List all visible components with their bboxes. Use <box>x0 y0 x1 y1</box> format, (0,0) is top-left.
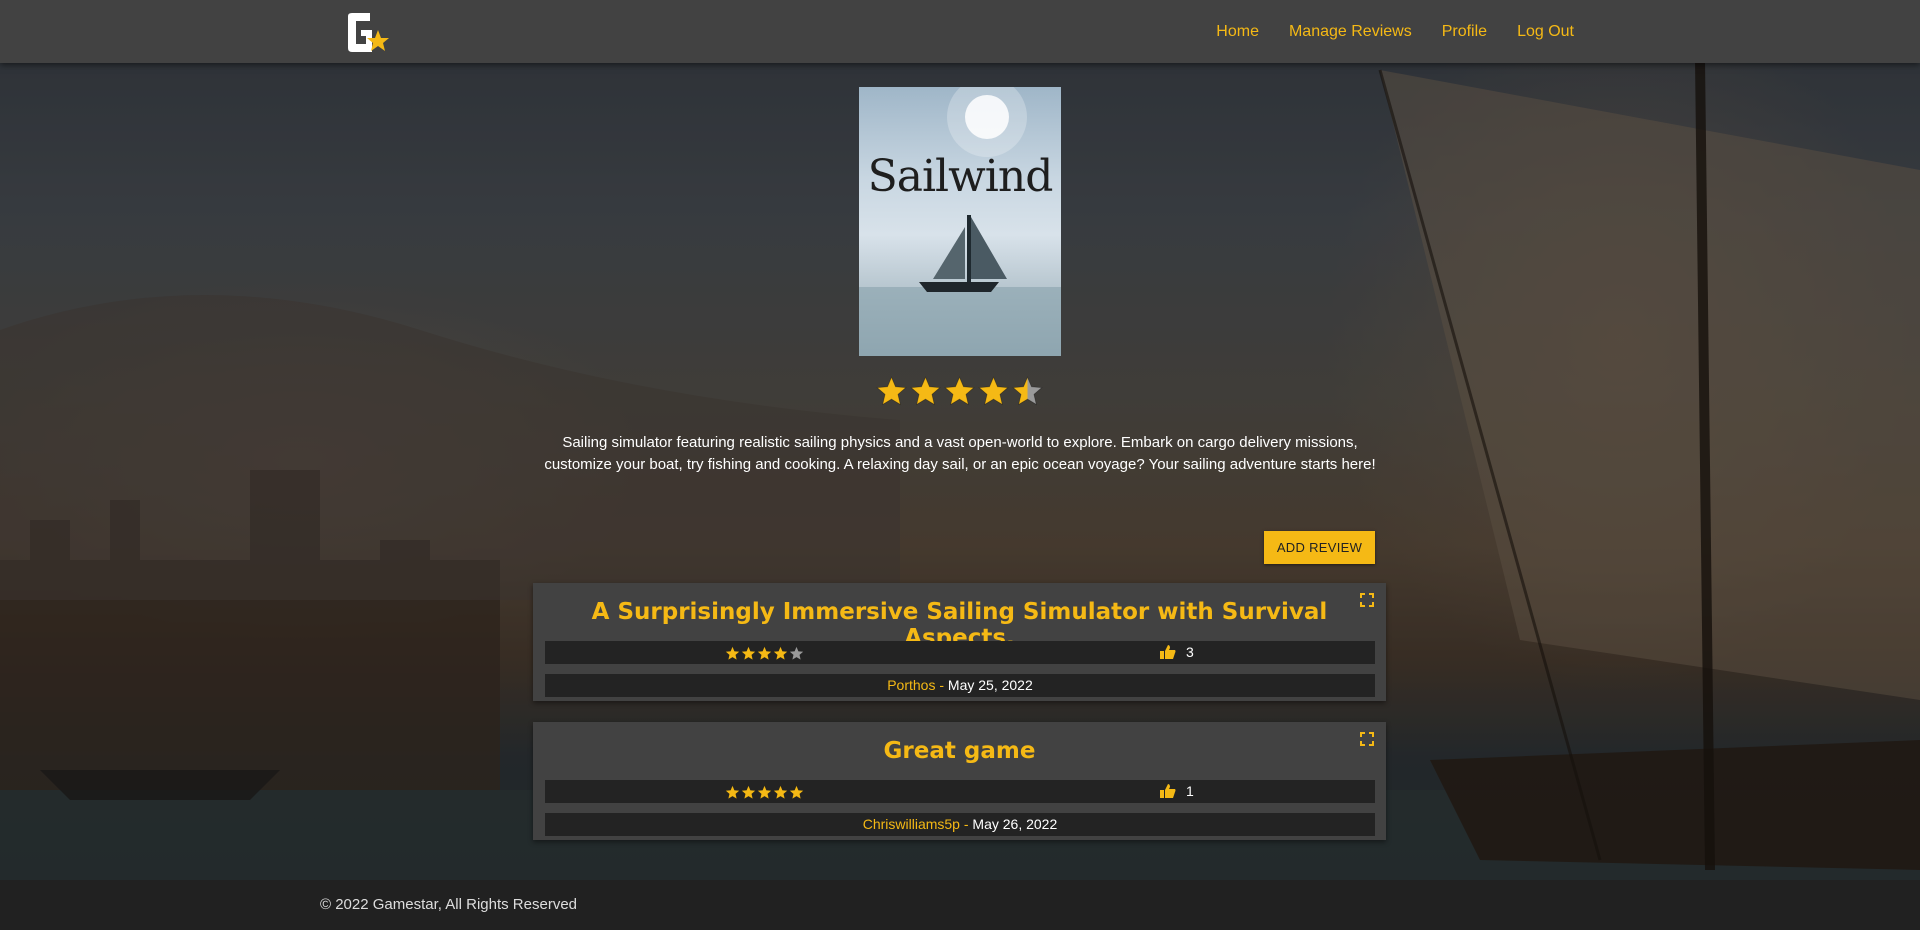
star-icon <box>944 376 975 406</box>
add-review-button[interactable]: ADD REVIEW <box>1264 531 1375 564</box>
byline-separator: - <box>959 816 973 832</box>
nav-home-link[interactable]: Home <box>1216 23 1259 41</box>
star-icon <box>910 376 941 406</box>
review-author-link[interactable]: Chriswilliams5p <box>863 816 960 832</box>
top-navbar: Home Manage Reviews Profile Log Out <box>0 0 1920 63</box>
thumbs-up-icon[interactable] <box>1160 645 1176 659</box>
review-author-link[interactable]: Porthos <box>887 677 935 693</box>
footer: © 2022 Gamestar, All Rights Reserved <box>0 880 1920 930</box>
review-meta-bar: Chriswilliams5p - May 26, 2022 <box>545 813 1375 836</box>
cover-artwork <box>859 87 1061 356</box>
review-stats-bar: 3 <box>545 641 1375 664</box>
likes-count: 3 <box>1186 644 1194 660</box>
review-card: Great game 1 Chriswilliams5p - May 26, 2… <box>533 722 1386 840</box>
review-date: May 26, 2022 <box>972 816 1058 832</box>
gamestar-logo-icon[interactable] <box>344 12 390 54</box>
review-likes: 3 <box>1160 644 1194 660</box>
nav-links: Home Manage Reviews Profile Log Out <box>1216 0 1574 63</box>
expand-icon[interactable] <box>1360 593 1374 607</box>
star-icon <box>789 646 804 661</box>
review-card: A Surprisingly Immersive Sailing Simulat… <box>533 583 1386 701</box>
star-icon <box>741 785 756 800</box>
game-rating <box>876 376 1043 407</box>
star-icon <box>876 376 907 406</box>
cover-title: Sailwind <box>867 151 1054 202</box>
star-icon <box>757 646 772 661</box>
review-byline: Chriswilliams5p - May 26, 2022 <box>545 816 1375 832</box>
star-icon <box>978 376 1009 406</box>
star-icon <box>725 646 740 661</box>
nav-manage-reviews-link[interactable]: Manage Reviews <box>1289 23 1412 41</box>
review-stats-bar: 1 <box>545 780 1375 803</box>
star-icon <box>741 646 756 661</box>
byline-separator: - <box>935 677 948 693</box>
nav-logout-link[interactable]: Log Out <box>1517 23 1574 41</box>
footer-copyright: © 2022 Gamestar, All Rights Reserved <box>320 896 578 913</box>
star-icon <box>1012 376 1043 406</box>
star-icon <box>757 785 772 800</box>
review-star-rating <box>725 646 804 661</box>
game-description: Sailing simulator featuring realistic sa… <box>544 434 1376 473</box>
likes-count: 1 <box>1186 783 1194 799</box>
star-icon <box>789 785 804 800</box>
nav-profile-link[interactable]: Profile <box>1442 23 1487 41</box>
game-cover-image: Sailwind <box>859 87 1061 356</box>
star-icon <box>773 785 788 800</box>
star-icon <box>725 785 740 800</box>
review-star-rating <box>725 785 804 800</box>
star-icon <box>773 646 788 661</box>
thumbs-up-icon[interactable] <box>1160 784 1176 798</box>
review-likes: 1 <box>1160 783 1194 799</box>
review-byline: Porthos - May 25, 2022 <box>545 677 1375 693</box>
review-date: May 25, 2022 <box>947 677 1033 693</box>
expand-icon[interactable] <box>1360 732 1374 746</box>
review-meta-bar: Porthos - May 25, 2022 <box>545 674 1375 697</box>
review-title: Great game <box>883 738 1036 764</box>
